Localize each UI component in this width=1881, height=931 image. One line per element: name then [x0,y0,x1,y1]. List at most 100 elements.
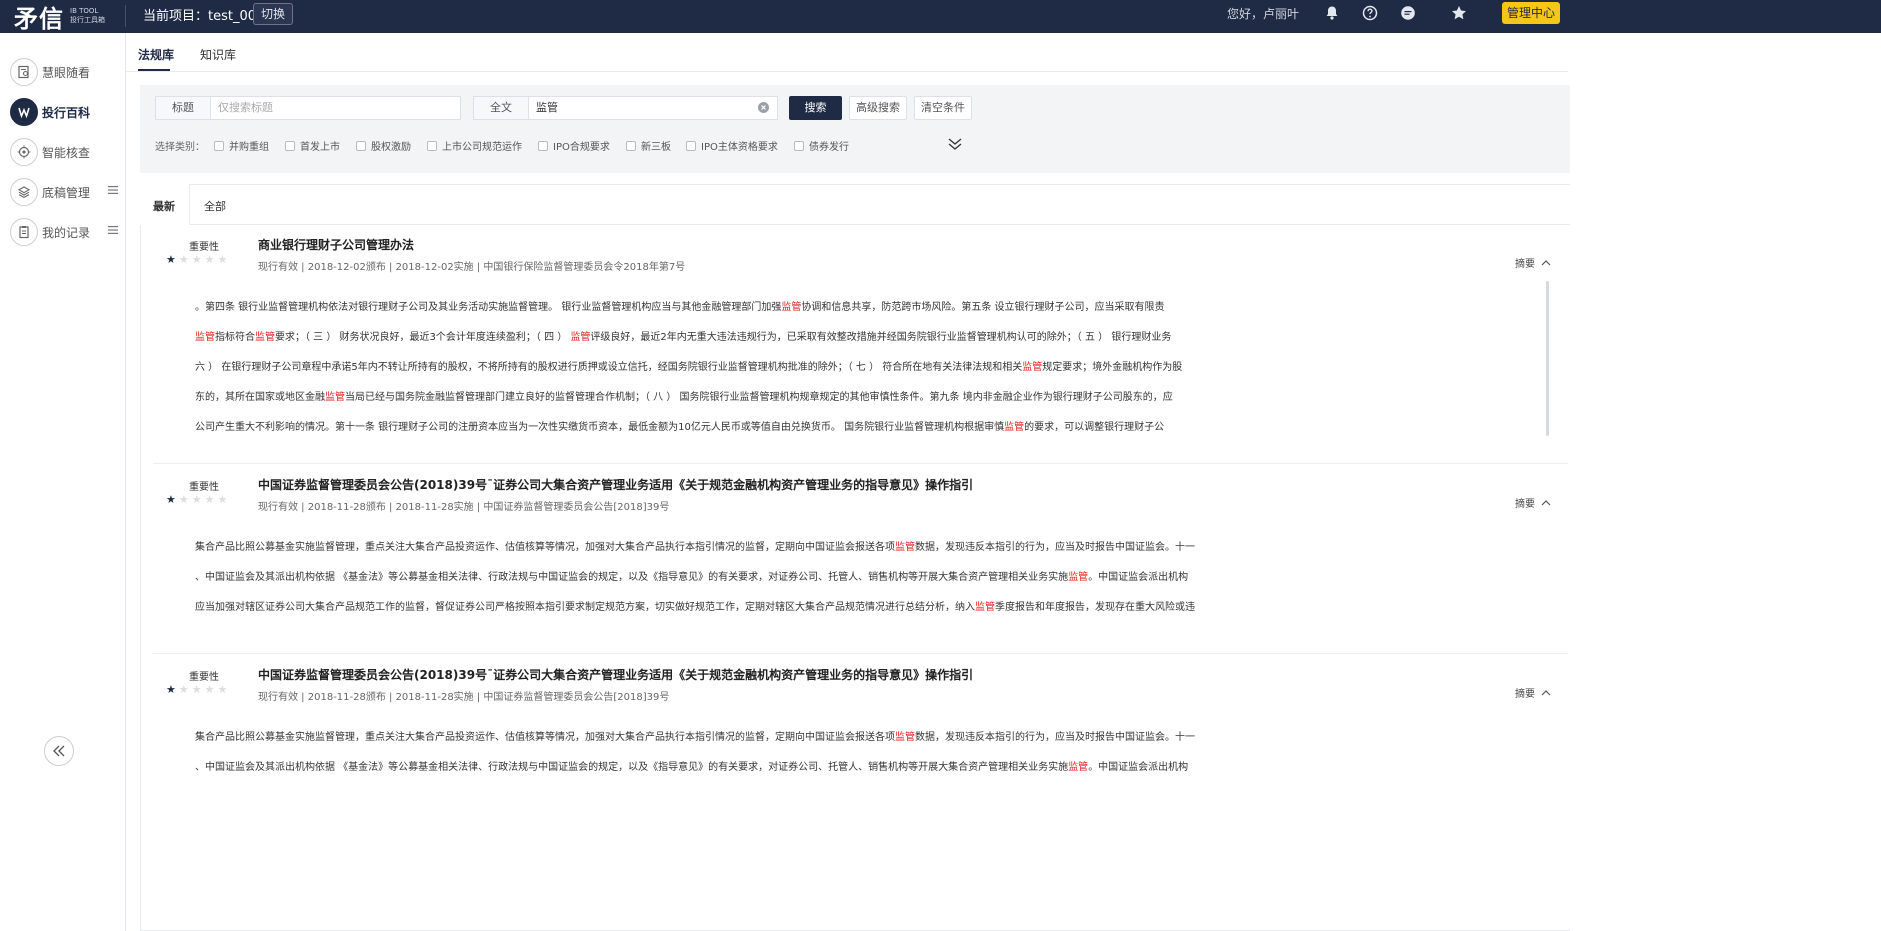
importance-label: 重要性 [189,482,219,493]
category-checkbox[interactable]: 股权激励 [356,138,411,153]
user-greeting[interactable]: 您好，卢丽叶 [1227,0,1299,28]
switch-project-button[interactable]: 切换 [253,3,293,25]
sidebar-item-zhineng-hecha[interactable]: 智能核查 [10,137,122,167]
search-button[interactable]: 搜索 [789,96,842,120]
category-checkbox[interactable]: 并购重组 [214,138,269,153]
star-icon[interactable]: ★ [218,683,231,696]
summary-text: 公司产生重大不利影响的情况。第十一条 银行理财子公司的注册资本应当为一次性实缴货… [195,422,1005,433]
menu-icon[interactable] [108,186,118,194]
star-icon[interactable]: ★ [192,253,205,266]
help-icon[interactable] [1362,5,1378,21]
star-icon[interactable]: ★ [205,493,218,506]
category-text: 新三板 [641,142,671,153]
chevron-up-icon [1541,689,1551,695]
logo-main: 矛信 [14,4,64,33]
summary-toggle-button[interactable]: 摘要 [1515,495,1551,510]
star-icon[interactable]: ★ [218,253,231,266]
sidebar-item-label: 底稿管理 [42,185,91,200]
sidebar-item-wode-jilu[interactable]: 我的记录 [10,217,122,247]
importance-rating[interactable]: ★★★★★ [166,493,230,506]
importance-label: 重要性 [189,672,219,683]
project-prefix: 当前项目： [143,9,209,24]
summary-text: 。中国证监会派出机构 [1088,572,1189,583]
result-title[interactable]: 商业银行理财子公司管理办法 [258,236,414,253]
checkbox[interactable] [214,140,224,151]
star-icon[interactable]: ★ [205,683,218,696]
star-icon[interactable]: ★ [179,683,192,696]
summary-text: 六 ） 在银行理财子公司章程中承诺5年内不转让所持有的股权，不将所持有的股权进行… [195,362,1023,373]
star-icon[interactable]: ★ [166,253,179,266]
top-bar: 矛信 IB TOOL 投行工具箱 当前项目：test_002 切换 您好，卢丽叶… [0,0,1881,33]
checkbox[interactable] [285,140,295,151]
checkbox[interactable] [427,140,437,151]
keyword-highlight: 监管 [195,332,215,343]
checkbox[interactable] [794,140,804,151]
category-checkbox[interactable]: 首发上市 [285,138,340,153]
category-checkbox[interactable]: 债券发行 [794,138,849,153]
tab-knowledge[interactable]: 知识库 [200,46,236,63]
title-search-input[interactable] [218,97,454,119]
category-checkbox[interactable]: IPO主体资格要求 [686,138,778,153]
category-text: IPO合规要求 [553,142,610,153]
summary-text: 协调和信息共享，防范跨市场风险。第五条 设立银行理财子公司，应当采取有限责 [801,302,1165,313]
result-title[interactable]: 中国证券监督管理委员会公告(2018)39号¯证券公司大集合资产管理业务适用《关… [258,666,973,683]
tab-all[interactable]: 全部 [204,198,226,214]
keyword-highlight: 监管 [325,392,345,403]
sidebar-item-touhang-baike[interactable]: 投行百科 [10,97,122,127]
star-icon[interactable] [1451,5,1467,21]
result-item: 重要性 ★★★★★ 中国证券监督管理委员会公告(2018)39号¯证券公司大集合资产… [153,471,1568,671]
star-icon[interactable]: ★ [166,683,179,696]
keyword-highlight: 监管 [975,602,995,613]
tab-regulations[interactable]: 法规库 [138,46,174,63]
importance-rating[interactable]: ★★★★★ [166,683,230,696]
clear-conditions-button[interactable]: 清空条件 [914,96,972,120]
summary-text: 当局已经与国务院金融监督管理部门建立良好的监督管理合作机制；（ 八 ） 国务院银… [345,392,1173,403]
star-icon[interactable]: ★ [205,253,218,266]
results-scrollbar[interactable] [1546,281,1549,436]
star-icon[interactable]: ★ [218,493,231,506]
summary-line: 六 ） 在银行理财子公司章程中承诺5年内不转让所持有的股权，不将所持有的股权进行… [195,353,1198,383]
category-text: IPO主体资格要求 [701,142,778,153]
result-tabs [140,184,1570,225]
category-text: 首发上市 [300,142,340,153]
checkbox[interactable] [356,140,366,151]
category-checkbox[interactable]: 新三板 [626,138,671,153]
checkbox[interactable] [686,140,696,151]
category-checkbox[interactable]: IPO合规要求 [538,138,610,153]
summary-text: 。中国证监会派出机构 [1088,762,1189,773]
summary-toggle-button[interactable]: 摘要 [1515,685,1551,700]
sidebar-collapse-button[interactable] [44,736,74,766]
summary-text: 要求；（ 三 ） 财务状况良好，最近3个会计年度连续盈利；（ 四 ） [275,332,571,343]
star-icon[interactable]: ★ [192,493,205,506]
result-title[interactable]: 中国证券监督管理委员会公告(2018)39号¯证券公司大集合资产管理业务适用《关… [258,476,973,493]
summary-text: 数据，发现违反本指引的行为，应当及时报告中国证监会。十一 [915,542,1195,553]
fulltext-field-label: 全文 [474,97,529,119]
result-item: 重要性 ★★★★★ 商业银行理财子公司管理办法 现行有效 | 2018-12-02颁布… [153,231,1568,464]
tab-latest[interactable]: 最新 [153,198,175,214]
sidebar-item-digao-guanli[interactable]: 底稿管理 [10,177,122,207]
menu-icon[interactable] [108,226,118,234]
sidebar-item-huiyan[interactable]: 慧眼随看 [10,57,122,87]
double-chevron-down-icon[interactable] [947,136,963,152]
summary-text: 、中国证监会及其派出机构依据 《基金法》等公募基金相关法律、行政法规与中国证监会… [195,762,1069,773]
chevron-up-icon [1541,259,1551,265]
star-icon[interactable]: ★ [192,683,205,696]
summary-toggle-button[interactable]: 摘要 [1515,255,1551,270]
checkbox[interactable] [626,140,636,151]
advanced-search-button[interactable]: 高级搜索 [849,96,907,120]
star-icon[interactable]: ★ [179,493,192,506]
logo[interactable]: 矛信 IB TOOL 投行工具箱 [14,2,105,33]
star-icon[interactable]: ★ [166,493,179,506]
bell-icon[interactable] [1324,5,1340,21]
message-icon[interactable] [1400,5,1416,21]
fulltext-search-input[interactable] [536,97,746,119]
result-summary: 集合产品比照公募基金实施监督管理，重点关注大集合产品投资运作、估值核算等情况，加… [195,723,1198,783]
summary-text: 应当加强对辖区证券公司大集合产品规范工作的监督，督促证券公司严格按照本指引要求制… [195,602,975,613]
star-icon[interactable]: ★ [179,253,192,266]
category-checkbox[interactable]: 上市公司规范运作 [427,138,522,153]
category-text: 股权激励 [371,142,411,153]
importance-rating[interactable]: ★★★★★ [166,253,230,266]
admin-center-button[interactable]: 管理中心 [1502,2,1560,24]
clear-input-icon[interactable] [758,102,769,113]
checkbox[interactable] [538,140,548,151]
